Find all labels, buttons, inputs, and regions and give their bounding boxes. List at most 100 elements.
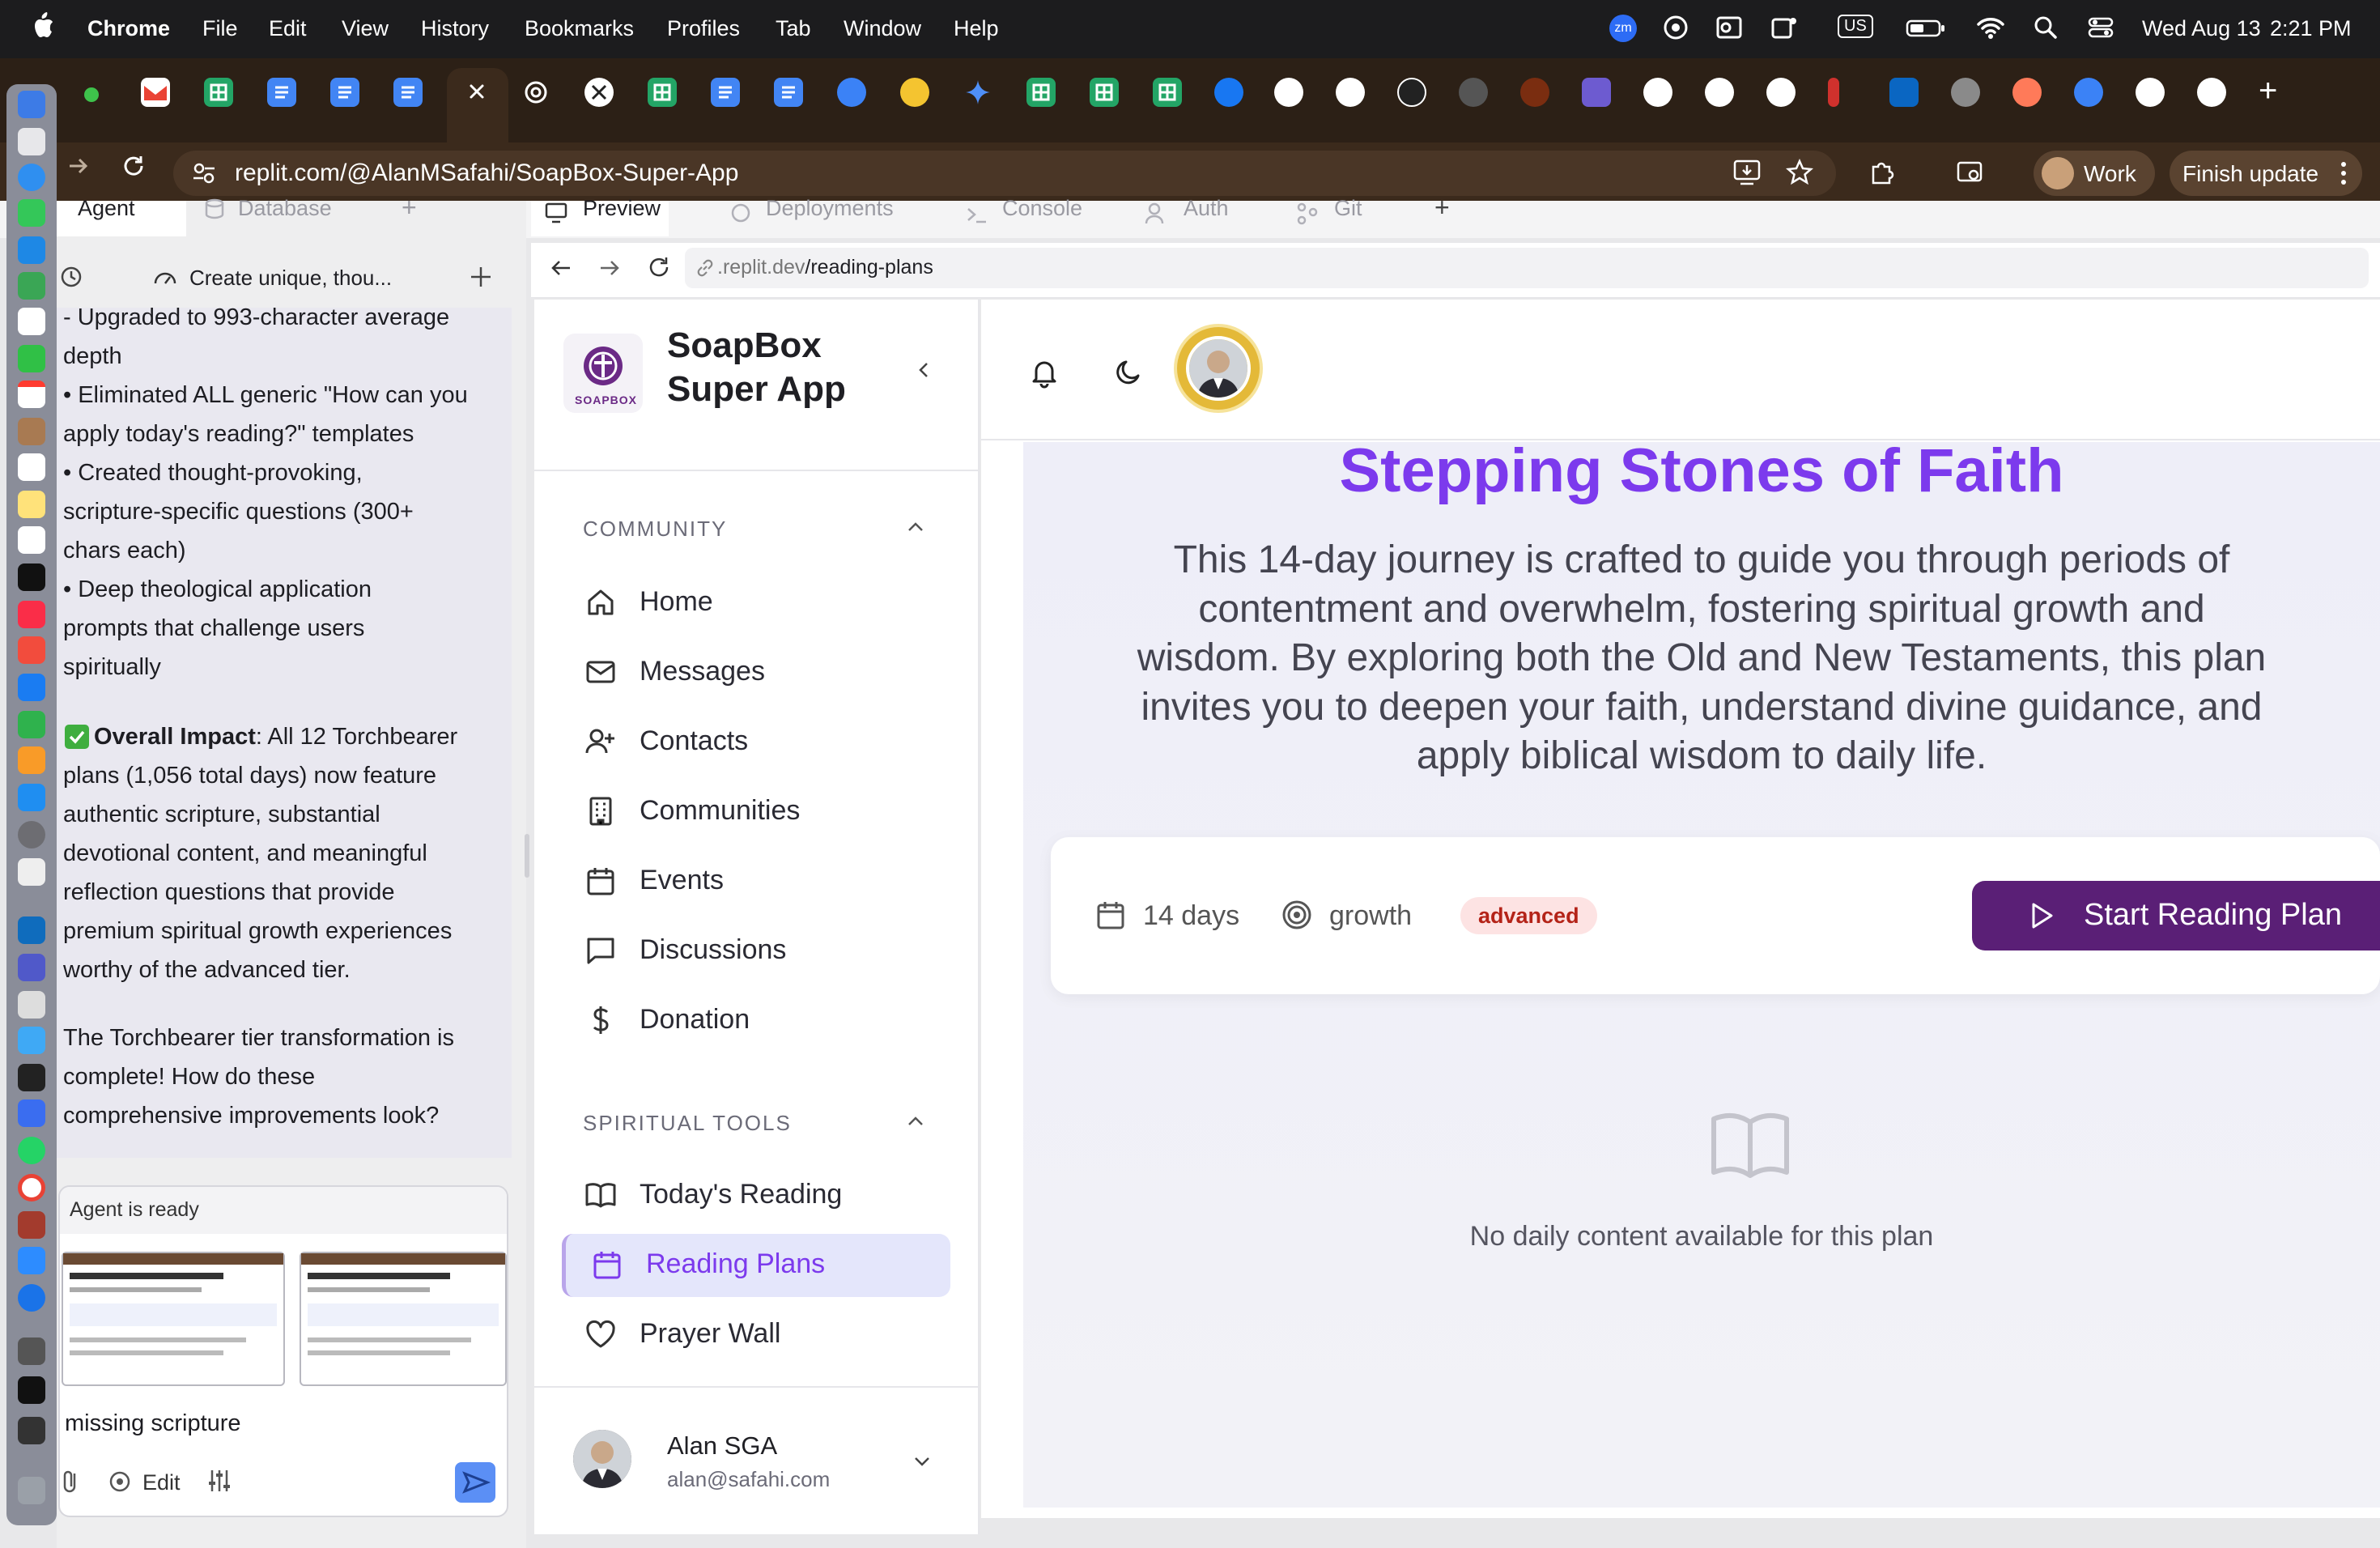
whatsapp-icon[interactable]: [18, 1137, 45, 1164]
chevron-down-icon[interactable]: [910, 1449, 934, 1474]
browser-tab-icon[interactable]: [900, 78, 929, 107]
edit-mode-icon[interactable]: [107, 1469, 133, 1495]
zoom-dock-icon[interactable]: [18, 1247, 45, 1274]
menu-edit[interactable]: Edit: [269, 16, 307, 41]
teams-icon[interactable]: [1770, 13, 1799, 42]
chrome-dock-icon[interactable]: [18, 1174, 45, 1201]
tab-auth[interactable]: Auth: [1184, 196, 1229, 221]
more-menu-icon[interactable]: [2340, 160, 2348, 186]
add-preview-tab-button[interactable]: +: [1434, 193, 1450, 223]
control-center-icon[interactable]: [2087, 13, 2114, 42]
wifi-icon[interactable]: [1975, 13, 2006, 42]
menu-file[interactable]: File: [202, 16, 238, 41]
nav-donation[interactable]: Donation: [584, 996, 957, 1044]
google-tab-icon[interactable]: [1766, 78, 1796, 107]
menu-history[interactable]: History: [421, 16, 489, 41]
x-tab-icon[interactable]: [1397, 78, 1426, 107]
nav-messages[interactable]: Messages: [584, 648, 957, 696]
safari-icon[interactable]: [18, 164, 45, 191]
google-tab-icon[interactable]: [1643, 78, 1672, 107]
tab-console[interactable]: Console: [1002, 196, 1082, 221]
pages-icon[interactable]: [18, 746, 45, 774]
sheets-tab-icon[interactable]: [1026, 78, 1056, 107]
collapse-sidebar-icon[interactable]: [912, 358, 936, 382]
tab-git[interactable]: Git: [1334, 196, 1362, 221]
docs-tab-icon[interactable]: [393, 78, 423, 107]
downloads-stack-icon[interactable]: [18, 1337, 45, 1365]
tab-deployments[interactable]: Deployments: [766, 196, 894, 221]
spotlight-search-icon[interactable]: [2032, 13, 2059, 42]
menu-profiles[interactable]: Profiles: [667, 16, 740, 41]
preview-back-icon[interactable]: [549, 256, 573, 280]
screenshot-stack-icon[interactable]: [18, 1376, 45, 1404]
google-tab-icon[interactable]: [2197, 78, 2226, 107]
extensions-icon[interactable]: [1867, 157, 1896, 186]
system-settings-icon[interactable]: [18, 821, 45, 848]
tab-preview[interactable]: Preview: [583, 196, 661, 221]
new-tab-button[interactable]: +: [2259, 73, 2277, 109]
sheets-tab-icon[interactable]: [1153, 78, 1182, 107]
nav-todays-reading[interactable]: Today's Reading: [584, 1171, 957, 1219]
contacts-app-icon[interactable]: [18, 418, 45, 445]
site-settings-icon[interactable]: [191, 160, 217, 186]
nav-discussions[interactable]: Discussions: [584, 926, 957, 975]
forward-icon[interactable]: [66, 154, 91, 178]
news-icon[interactable]: [18, 636, 45, 664]
preview-reload-icon[interactable]: [646, 254, 672, 280]
menu-view[interactable]: View: [342, 16, 389, 41]
openai-tab-icon[interactable]: [521, 78, 550, 107]
preview-forward-icon[interactable]: [597, 256, 622, 280]
browser-tab-icon[interactable]: [837, 78, 866, 107]
trash-icon[interactable]: [18, 1477, 45, 1504]
dictionary-icon[interactable]: [18, 1211, 45, 1239]
settings-sliders-icon[interactable]: [206, 1467, 233, 1495]
header-user-avatar[interactable]: [1177, 327, 1260, 410]
add-tab-button[interactable]: +: [402, 193, 417, 223]
apple-tv-icon[interactable]: [18, 563, 45, 591]
screenshot-thumbnail[interactable]: [300, 1252, 507, 1386]
freeform-icon[interactable]: [18, 526, 45, 554]
outlook-dock-icon[interactable]: [18, 916, 45, 944]
launchpad-icon[interactable]: [18, 128, 45, 155]
outlook-icon[interactable]: [1715, 13, 1744, 42]
app-dock-icon[interactable]: [18, 1027, 45, 1054]
github-tab-icon[interactable]: [1274, 78, 1303, 107]
calendar-app-icon[interactable]: [18, 381, 45, 408]
edit-button[interactable]: Edit: [142, 1470, 181, 1495]
menu-tab[interactable]: Tab: [776, 16, 811, 41]
start-reading-plan-button[interactable]: Start Reading Plan: [1972, 881, 2380, 950]
docs-tab-icon[interactable]: [330, 78, 359, 107]
dark-mode-moon-icon[interactable]: [1112, 356, 1145, 389]
browser-tab-icon[interactable]: [2074, 78, 2103, 107]
iphone-mirroring-icon[interactable]: [18, 858, 45, 886]
tab-search-icon[interactable]: [1956, 159, 1985, 186]
active-browser-tab[interactable]: [447, 68, 508, 142]
google-tab-icon[interactable]: [1705, 78, 1734, 107]
chevron-up-icon[interactable]: [903, 515, 928, 539]
hubspot-tab-icon[interactable]: [2012, 78, 2042, 107]
gmail-tab-icon[interactable]: [141, 78, 170, 107]
facetime-icon[interactable]: [18, 345, 45, 372]
preview-app-icon[interactable]: [18, 991, 45, 1019]
google-tab-icon[interactable]: [2136, 78, 2165, 107]
notifications-bell-icon[interactable]: [1028, 356, 1060, 389]
close-tab-icon[interactable]: [463, 78, 491, 105]
browser-tab-icon[interactable]: [1459, 78, 1488, 107]
signal-icon[interactable]: [18, 1099, 45, 1127]
gemini-tab-icon[interactable]: [963, 78, 992, 107]
browser-tab-icon[interactable]: [1828, 78, 1839, 107]
bookmark-star-icon[interactable]: [1786, 159, 1813, 186]
reload-icon[interactable]: [120, 152, 147, 180]
agent-input[interactable]: missing scripture: [65, 1410, 241, 1437]
terminal-icon[interactable]: [18, 1064, 45, 1091]
sheets-tab-icon[interactable]: [1090, 78, 1119, 107]
password-app-icon[interactable]: [18, 1284, 45, 1312]
send-button[interactable]: [455, 1462, 495, 1503]
browser-tab-icon[interactable]: [1951, 78, 1980, 107]
tab-agent[interactable]: Agent: [78, 196, 135, 221]
nav-events[interactable]: Events: [584, 857, 957, 905]
input-source-indicator[interactable]: US: [1838, 15, 1873, 38]
menu-window[interactable]: Window: [844, 16, 921, 41]
zoom-status-icon[interactable]: zm: [1609, 15, 1637, 42]
copilot-icon[interactable]: [1661, 13, 1690, 42]
